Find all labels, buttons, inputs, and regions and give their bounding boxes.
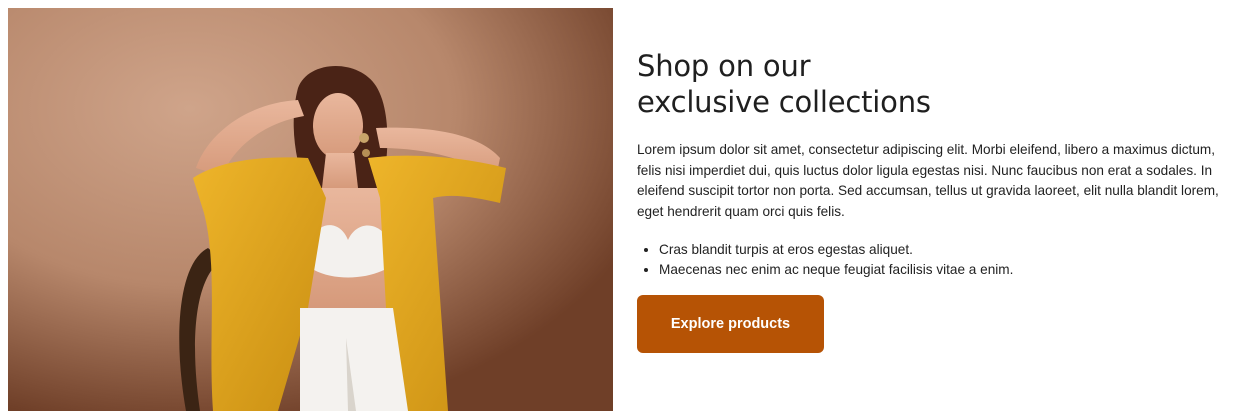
explore-products-button[interactable]: Explore products xyxy=(637,295,824,353)
hero-illustration xyxy=(8,8,613,411)
description-text: Lorem ipsum dolor sit amet, consectetur … xyxy=(637,142,1219,219)
title-line-1: Shop on our xyxy=(637,49,811,83)
feature-list: Cras blandit turpis at eros egestas aliq… xyxy=(637,240,1242,280)
hero-image xyxy=(8,8,613,411)
title-line-2: exclusive collections xyxy=(637,85,931,119)
promo-section: Shop on our exclusive collections Lorem … xyxy=(0,0,1250,419)
content-column: Shop on our exclusive collections Lorem … xyxy=(637,48,1242,353)
page-title: Shop on our exclusive collections xyxy=(637,48,1242,120)
list-item: Cras blandit turpis at eros egestas aliq… xyxy=(659,240,1242,260)
list-item: Maecenas nec enim ac neque feugiat facil… xyxy=(659,260,1242,280)
